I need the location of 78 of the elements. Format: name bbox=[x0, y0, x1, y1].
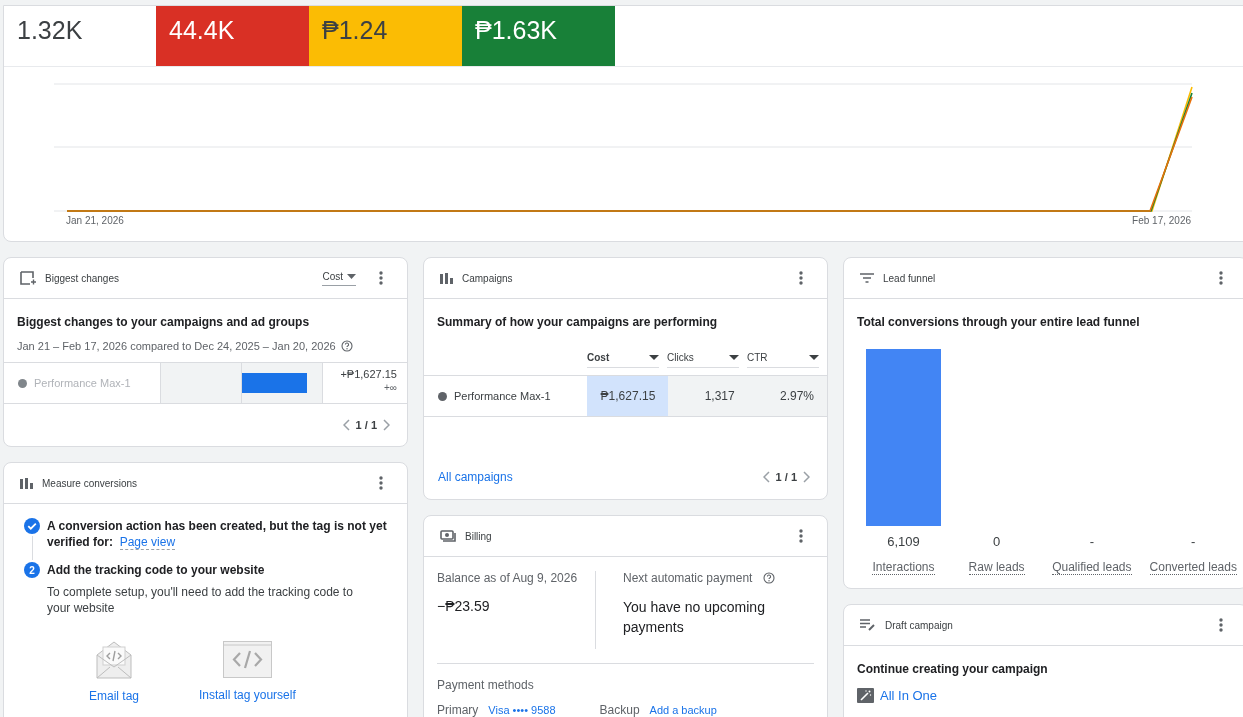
bar-value: 0 bbox=[992, 534, 1001, 549]
column-header[interactable]: CTR bbox=[747, 351, 819, 368]
table-cell: 2.97% bbox=[747, 376, 827, 416]
primary-label: Primary bbox=[437, 703, 479, 717]
card-title: Draft campaign bbox=[885, 619, 954, 631]
caret-icon bbox=[649, 355, 659, 360]
draft-campaign-link[interactable]: All In One bbox=[880, 688, 938, 703]
card-title: Campaigns bbox=[462, 272, 514, 284]
backup-label: Backup bbox=[599, 703, 640, 717]
step-text: A conversion action has been created, but the tag is not yet verified for: Page view bbox=[47, 518, 387, 550]
change-value: +₱1,627.15 bbox=[340, 368, 397, 380]
card-heading: Summary of how your campaigns are performing bbox=[437, 315, 719, 329]
chevron-left-icon[interactable] bbox=[762, 471, 770, 483]
chevron-right-icon[interactable] bbox=[803, 471, 810, 483]
caret-icon bbox=[347, 273, 356, 279]
step-text: Add the tracking code to your website bbox=[47, 562, 266, 578]
primary-card-link[interactable]: Visa •••• 9588 bbox=[488, 704, 556, 716]
column-header[interactable]: Clicks bbox=[667, 351, 739, 368]
more-icon[interactable] bbox=[379, 476, 383, 490]
bar-value: - bbox=[1191, 534, 1196, 549]
caret-icon bbox=[729, 355, 739, 360]
change-percent: +∞ bbox=[384, 382, 397, 393]
bar-label[interactable]: Raw leads bbox=[968, 560, 1025, 575]
campaign-name[interactable]: Performance Max-1 bbox=[454, 390, 551, 402]
metric-tile[interactable]: 44.4K bbox=[156, 6, 309, 66]
page-indicator: 1 / 1 bbox=[355, 419, 377, 431]
caret-icon bbox=[809, 355, 819, 360]
bar-value: - bbox=[1089, 534, 1094, 549]
magic-wand-icon bbox=[857, 688, 874, 703]
bar-value: 6,109 bbox=[887, 534, 920, 549]
more-icon[interactable] bbox=[1219, 271, 1223, 285]
more-icon[interactable] bbox=[799, 529, 803, 543]
table-cell: ₱1,627.15 bbox=[587, 376, 669, 416]
bar-label[interactable]: Interactions bbox=[872, 560, 935, 575]
check-circle-icon bbox=[24, 518, 40, 534]
chevron-left-icon[interactable] bbox=[342, 419, 350, 431]
page-view-link[interactable]: Page view bbox=[119, 535, 176, 550]
date-range: Jan 21 – Feb 17, 2026 compared to Dec 24, 2025 – Jan 20, 2026 bbox=[17, 340, 336, 352]
table-cell: 1,317 bbox=[668, 376, 748, 416]
all-campaigns-link[interactable]: All campaigns bbox=[438, 470, 513, 484]
card-heading: Total conversions through your entire lead funnel bbox=[857, 315, 1141, 329]
chevron-right-icon[interactable] bbox=[383, 419, 390, 431]
balance-amount: −₱23.59 bbox=[437, 598, 491, 614]
step-number: 2 bbox=[24, 562, 40, 578]
window-plus-icon bbox=[20, 271, 36, 285]
axis-label: Feb 17, 2026 bbox=[1132, 215, 1191, 226]
metric-tile[interactable]: ₱1.63K bbox=[462, 6, 615, 66]
card-title: Biggest changes bbox=[45, 272, 120, 284]
bar-chart-icon bbox=[20, 477, 33, 489]
card-title: Billing bbox=[465, 530, 493, 542]
balance-label: Balance as of Aug 9, 2026 bbox=[437, 571, 579, 585]
bar-label[interactable]: Converted leads bbox=[1149, 560, 1237, 575]
next-payment-label: Next automatic payment bbox=[623, 571, 753, 585]
help-icon[interactable] bbox=[763, 572, 776, 584]
edit-list-icon bbox=[860, 619, 876, 631]
bar-chart-icon bbox=[440, 272, 453, 284]
option-link[interactable]: Install tag yourself bbox=[199, 688, 296, 702]
payment-methods-label: Payment methods bbox=[437, 678, 535, 692]
cash-icon bbox=[440, 530, 456, 542]
step-description: To complete setup, you'll need to add the tracking code to your website bbox=[47, 584, 354, 616]
add-backup-link[interactable]: Add a backup bbox=[649, 704, 717, 716]
help-icon[interactable] bbox=[340, 340, 353, 352]
option-link[interactable]: Email tag bbox=[89, 689, 140, 703]
card-heading: Biggest changes to your campaigns and ad groups bbox=[17, 315, 311, 329]
card-title: Lead funnel bbox=[883, 272, 937, 284]
metric-dropdown[interactable]: Cost bbox=[322, 270, 356, 286]
more-icon[interactable] bbox=[1219, 618, 1223, 632]
axis-label: Jan 21, 2026 bbox=[66, 215, 124, 226]
column-header[interactable]: Cost bbox=[587, 351, 659, 368]
card-title: Measure conversions bbox=[42, 477, 139, 489]
metric-tile[interactable]: ₱1.24 bbox=[309, 6, 462, 66]
card-heading: Continue creating your campaign bbox=[857, 662, 1049, 676]
filter-icon bbox=[860, 273, 874, 283]
more-icon[interactable] bbox=[379, 271, 383, 285]
bar-label[interactable]: Qualified leads bbox=[1052, 560, 1132, 575]
next-payment-text: You have no upcoming payments bbox=[623, 598, 766, 637]
more-icon[interactable] bbox=[799, 271, 803, 285]
page-indicator: 1 / 1 bbox=[775, 471, 797, 483]
